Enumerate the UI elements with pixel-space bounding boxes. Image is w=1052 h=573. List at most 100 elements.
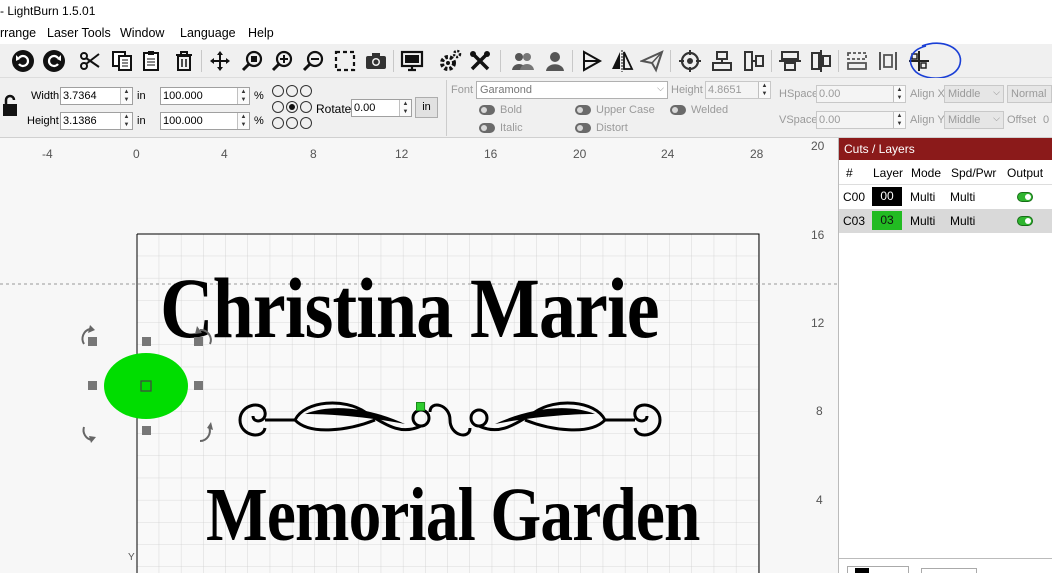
scale-height-input[interactable]: 100.000 ▲ ▼ bbox=[160, 112, 250, 130]
color-swatch-tab-2[interactable] bbox=[921, 568, 977, 573]
text-height-input[interactable]: 4.8651 ▲ ▼ bbox=[705, 81, 771, 99]
zoom-page-icon[interactable] bbox=[238, 47, 266, 75]
align-left-icon[interactable] bbox=[776, 47, 804, 75]
layer-num: C00 bbox=[843, 190, 866, 204]
col-mode-header: Mode bbox=[911, 166, 942, 180]
layer-spdpwr: Multi bbox=[950, 214, 976, 228]
align-y-select[interactable]: Middle ⌵ bbox=[944, 111, 1004, 129]
zoom-in-icon[interactable] bbox=[268, 47, 296, 75]
properties-bar: Width 3.7364 ▲ ▼ in 100.000 ▲ ▼ % Height 3.1… bbox=[0, 78, 1052, 138]
upper-case-toggle[interactable] bbox=[575, 105, 591, 115]
node-handle[interactable] bbox=[416, 402, 425, 411]
delete-icon[interactable] bbox=[170, 47, 198, 75]
target-icon[interactable] bbox=[676, 47, 704, 75]
layer-swatch[interactable]: 03 bbox=[872, 211, 902, 230]
menu-help[interactable]: Help bbox=[248, 26, 274, 40]
height-label: Height bbox=[27, 115, 59, 127]
col-output-header: Output bbox=[1007, 166, 1044, 180]
upper-case-label: Upper Case bbox=[596, 104, 655, 116]
menu-laser-tools[interactable]: Laser Tools bbox=[47, 26, 111, 40]
hspace-input[interactable]: 0.00 ▲ ▼ bbox=[816, 85, 906, 103]
settings-icon[interactable] bbox=[436, 47, 464, 75]
copy-icon[interactable] bbox=[108, 47, 136, 75]
width-input[interactable]: 3.7364 ▲ ▼ bbox=[60, 87, 133, 105]
layer-mode: Multi bbox=[910, 214, 936, 228]
height-unit: in bbox=[137, 115, 146, 127]
layer-mode: Multi bbox=[910, 190, 936, 204]
design-line-2[interactable]: Memorial Garden bbox=[206, 472, 700, 558]
layer-spdpwr: Multi bbox=[950, 190, 976, 204]
mirror-icon[interactable] bbox=[608, 47, 636, 75]
menu-bar: rrange Laser Tools Window Language Help bbox=[0, 22, 1052, 44]
text-mode-select[interactable]: Normal bbox=[1007, 85, 1052, 103]
font-label: Font bbox=[451, 84, 474, 96]
flip-horizontal-icon[interactable] bbox=[578, 47, 606, 75]
title-bar: - LightBurn 1.5.01 bbox=[0, 0, 1052, 22]
layer-row[interactable]: C03 03 Multi Multi bbox=[839, 209, 1052, 233]
ungroup-icon[interactable] bbox=[541, 47, 569, 75]
window-title: - LightBurn 1.5.01 bbox=[0, 4, 96, 18]
align-center-vertical-icon[interactable] bbox=[807, 47, 835, 75]
tools-icon[interactable] bbox=[466, 47, 494, 75]
layer-num: C03 bbox=[843, 214, 866, 228]
redo-icon[interactable] bbox=[40, 47, 68, 75]
group-icon[interactable] bbox=[509, 47, 537, 75]
italic-toggle[interactable] bbox=[479, 123, 495, 133]
offset-label: Offset bbox=[1007, 114, 1037, 126]
height-input[interactable]: 3.1386 ▲ ▼ bbox=[60, 112, 133, 130]
color-swatch bbox=[855, 568, 869, 573]
cuts-layers-panel: Cuts / Layers # Layer Mode Spd/Pwr Outpu… bbox=[838, 138, 1052, 573]
align-x-label: Align X bbox=[910, 88, 945, 100]
scale-width-input[interactable]: 100.000 ▲ ▼ bbox=[160, 87, 250, 105]
percent-label-2: % bbox=[254, 115, 264, 127]
hspace-label: HSpace bbox=[779, 88, 819, 100]
col-layer-header: Layer bbox=[873, 166, 904, 180]
distort-label: Distort bbox=[596, 122, 628, 134]
distribute-horizontal-icon[interactable] bbox=[843, 47, 871, 75]
output-toggle[interactable] bbox=[1017, 216, 1033, 226]
align-x-select[interactable]: Middle ⌵ bbox=[944, 85, 1004, 103]
undo-icon[interactable] bbox=[9, 47, 37, 75]
distort-toggle[interactable] bbox=[575, 123, 591, 133]
anchor-grid[interactable] bbox=[271, 83, 315, 131]
output-toggle[interactable] bbox=[1017, 192, 1033, 202]
align-top-icon[interactable] bbox=[708, 47, 736, 75]
lock-icon[interactable] bbox=[2, 94, 18, 118]
menu-window[interactable]: Window bbox=[120, 26, 164, 40]
col-num-header: # bbox=[846, 166, 853, 180]
bold-toggle[interactable] bbox=[479, 105, 495, 115]
zoom-out-icon[interactable] bbox=[299, 47, 327, 75]
ornament-flourish[interactable] bbox=[235, 390, 665, 450]
width-label: Width bbox=[31, 90, 60, 102]
rotate-label: Rotate bbox=[316, 102, 352, 116]
align-bottom-icon[interactable] bbox=[740, 47, 768, 75]
unit-toggle-button[interactable]: in bbox=[415, 97, 438, 118]
monitor-icon[interactable] bbox=[398, 47, 426, 75]
canvas[interactable]: -4 0 4 8 12 16 20 24 28 20 16 12 8 4 Y C… bbox=[0, 138, 838, 573]
move-icon[interactable] bbox=[206, 47, 234, 75]
layer-swatch[interactable]: 00 bbox=[872, 187, 902, 206]
paste-icon[interactable] bbox=[138, 47, 166, 75]
welded-label: Welded bbox=[691, 104, 729, 116]
menu-arrange[interactable]: rrange bbox=[0, 26, 36, 40]
offset-value: 0 bbox=[1043, 114, 1050, 126]
send-icon[interactable] bbox=[638, 47, 666, 75]
select-frame-icon[interactable] bbox=[331, 47, 359, 75]
percent-label: % bbox=[254, 90, 264, 102]
cut-icon[interactable] bbox=[76, 47, 104, 75]
vspace-label: VSpace bbox=[779, 114, 818, 126]
menu-language[interactable]: Language bbox=[180, 26, 236, 40]
distribute-vertical-icon[interactable] bbox=[874, 47, 902, 75]
design-line-1[interactable]: Christina Marie bbox=[160, 258, 659, 358]
font-select[interactable]: Garamond ⌵ bbox=[476, 81, 668, 99]
width-unit: in bbox=[137, 90, 146, 102]
rotate-input[interactable]: 0.00 ▲ ▼ bbox=[351, 99, 412, 117]
selected-shape[interactable] bbox=[76, 324, 222, 448]
main-toolbar bbox=[0, 42, 1052, 79]
vspace-input[interactable]: 0.00 ▲ ▼ bbox=[816, 111, 906, 129]
welded-toggle[interactable] bbox=[670, 105, 686, 115]
camera-icon[interactable] bbox=[362, 47, 390, 75]
text-height-label: Height bbox=[671, 84, 703, 96]
layer-row[interactable]: C00 00 Multi Multi bbox=[839, 185, 1052, 209]
italic-label: Italic bbox=[500, 122, 523, 134]
